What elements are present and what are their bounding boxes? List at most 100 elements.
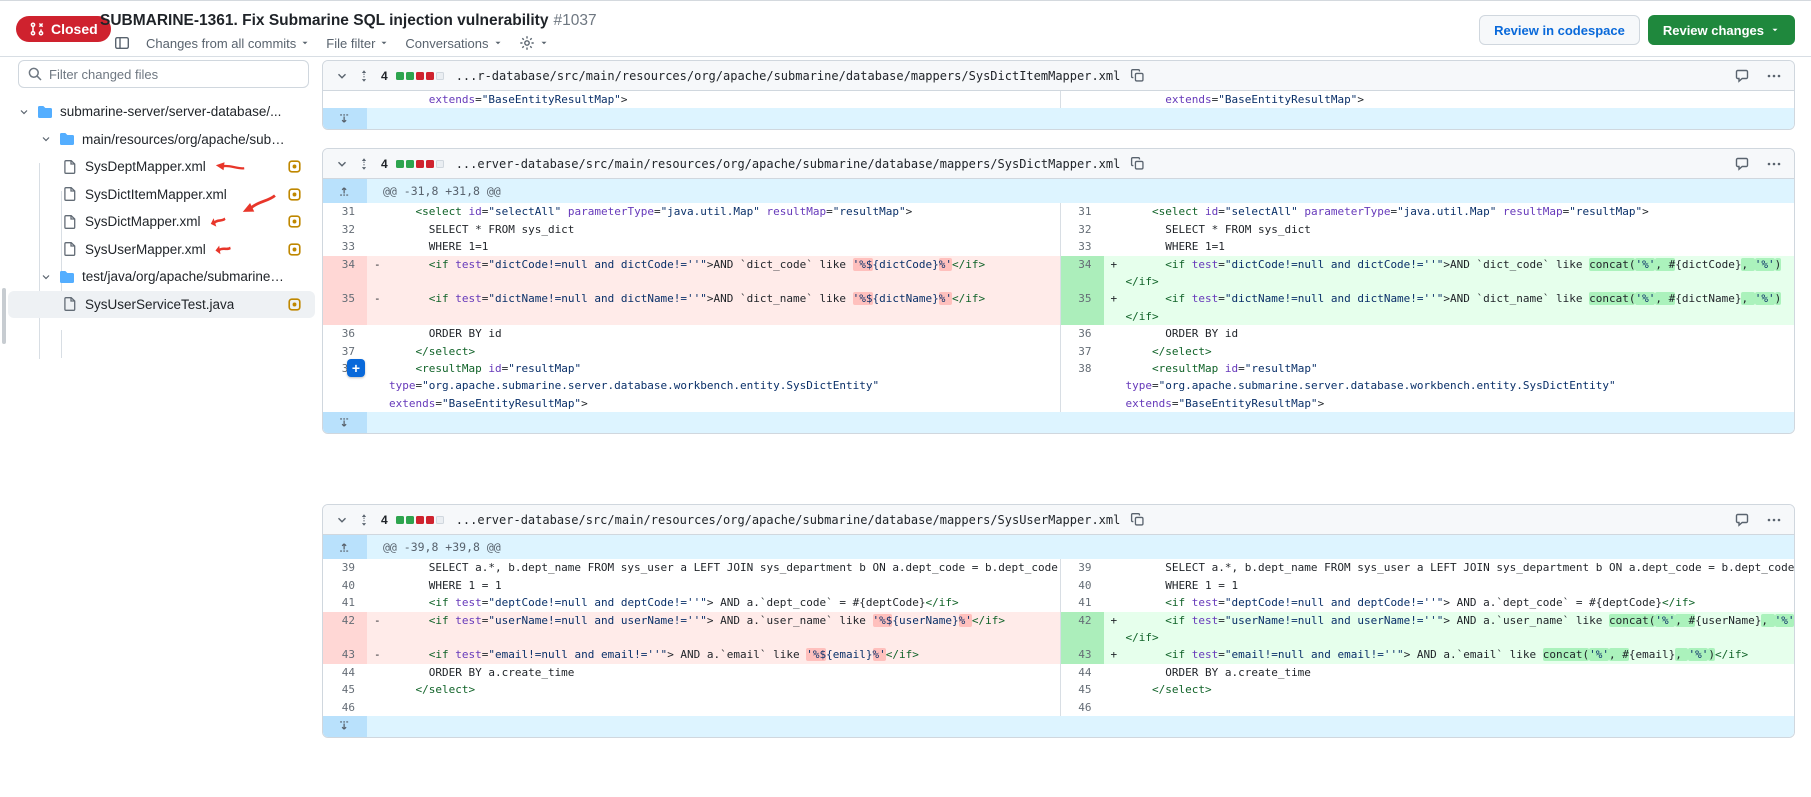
diff-marker: + bbox=[1111, 290, 1118, 307]
comment-icon bbox=[1734, 156, 1750, 172]
line-number[interactable]: 42 bbox=[1060, 612, 1104, 647]
expand-row-fill bbox=[367, 108, 1795, 129]
expand-up-button[interactable] bbox=[323, 179, 367, 203]
diff-marker: - bbox=[374, 290, 381, 307]
add-comment-button[interactable]: + bbox=[347, 359, 365, 377]
line-number[interactable]: 36 bbox=[1060, 325, 1104, 342]
diff-file-header: 4...r-database/src/main/resources/org/ap… bbox=[323, 61, 1794, 91]
line-number[interactable]: 45 bbox=[1060, 681, 1104, 698]
toggle-comments-button[interactable] bbox=[1734, 68, 1750, 84]
tree-scrollbar-thumb[interactable] bbox=[2, 288, 6, 344]
copy-icon bbox=[1130, 156, 1145, 171]
line-number[interactable]: 31 bbox=[323, 203, 367, 220]
code-line: <if test="email!=null and email!=''"> AN… bbox=[389, 646, 1060, 663]
changes-from-dropdown[interactable]: Changes from all commits bbox=[146, 36, 310, 51]
diffstat-square-add bbox=[406, 516, 414, 524]
line-number[interactable]: 40 bbox=[1060, 577, 1104, 594]
collapse-file-button[interactable] bbox=[335, 513, 349, 527]
line-number[interactable]: 42 bbox=[323, 612, 367, 647]
line-number[interactable]: 41 bbox=[323, 594, 367, 611]
drag-handle[interactable] bbox=[357, 157, 371, 171]
expand-down-button[interactable] bbox=[323, 108, 367, 129]
line-number[interactable] bbox=[323, 91, 367, 108]
code-line: extends="BaseEntityResultMap"> bbox=[1126, 91, 1796, 108]
line-number[interactable]: 34 bbox=[1060, 256, 1104, 291]
line-number[interactable]: 37 bbox=[1060, 343, 1104, 360]
tree-file-item[interactable]: SysDeptMapper.xml bbox=[8, 153, 315, 181]
annotation-arrow-icon bbox=[214, 243, 231, 256]
review-in-codespace-button[interactable]: Review in codespace bbox=[1479, 15, 1640, 45]
code-line: <select id="selectAll" parameterType="ja… bbox=[389, 203, 1060, 220]
line-number[interactable]: 41 bbox=[1060, 594, 1104, 611]
line-number[interactable]: 39 bbox=[1060, 559, 1104, 576]
tree-folder-item[interactable]: submarine-server/server-database/... bbox=[8, 98, 315, 126]
line-number[interactable]: 46 bbox=[323, 699, 367, 716]
code-line bbox=[1126, 699, 1796, 716]
code-line-cell: SELECT a.*, b.dept_name FROM sys_user a … bbox=[367, 559, 1060, 576]
line-number[interactable]: 32 bbox=[1060, 221, 1104, 238]
line-number[interactable]: 38 bbox=[1060, 360, 1104, 412]
tree-folder-item[interactable]: main/resources/org/apache/subm... bbox=[8, 126, 315, 154]
copy-path-button[interactable] bbox=[1130, 68, 1145, 83]
line-number[interactable]: 44 bbox=[323, 664, 367, 681]
expand-row-fill bbox=[367, 412, 1795, 433]
file-options-kebab-button[interactable] bbox=[1766, 156, 1782, 172]
code-line-cell: - <if test="userName!=null and userName!… bbox=[367, 612, 1060, 647]
chevron-down-icon[interactable] bbox=[18, 106, 30, 118]
chevron-down-icon[interactable] bbox=[40, 271, 52, 283]
file-options-kebab-button[interactable] bbox=[1766, 68, 1782, 84]
code-line: <select id="selectAll" parameterType="ja… bbox=[1126, 203, 1796, 220]
code-line: </select> bbox=[1126, 681, 1796, 698]
code-line-cell: - <if test="email!=null and email!=''"> … bbox=[367, 646, 1060, 663]
line-number[interactable]: 32 bbox=[323, 221, 367, 238]
line-number[interactable]: 31 bbox=[1060, 203, 1104, 220]
toggle-comments-button[interactable] bbox=[1734, 156, 1750, 172]
line-number[interactable]: 35 bbox=[1060, 290, 1104, 325]
copy-path-button[interactable] bbox=[1130, 156, 1145, 171]
diff-settings-dropdown[interactable] bbox=[519, 35, 549, 51]
line-number[interactable]: 43 bbox=[1060, 646, 1104, 663]
tree-file-item[interactable]: SysUserServiceTest.java bbox=[8, 291, 315, 319]
filter-changed-files-input[interactable] bbox=[18, 60, 309, 88]
drag-handle[interactable] bbox=[357, 69, 371, 83]
line-number[interactable]: 44 bbox=[1060, 664, 1104, 681]
diffstat-square-add bbox=[396, 72, 404, 80]
line-number[interactable]: 45 bbox=[323, 681, 367, 698]
copy-path-button[interactable] bbox=[1130, 512, 1145, 527]
sidebar-toggle-button[interactable] bbox=[114, 35, 130, 51]
chevron-down-icon[interactable] bbox=[40, 133, 52, 145]
file-filter-dropdown[interactable]: File filter bbox=[326, 36, 389, 51]
line-number[interactable] bbox=[1060, 91, 1104, 108]
tree-file-item[interactable]: SysDictItemMapper.xml bbox=[8, 181, 315, 209]
line-number[interactable]: 34 bbox=[323, 256, 367, 291]
line-number[interactable]: 39 bbox=[323, 559, 367, 576]
tree-folder-item[interactable]: test/java/org/apache/submarine/s... bbox=[8, 263, 315, 291]
expand-up-button[interactable] bbox=[323, 535, 367, 559]
line-number[interactable]: 43 bbox=[323, 646, 367, 663]
expand-down-button[interactable] bbox=[323, 412, 367, 433]
code-line: <if test="dictCode!=null and dictCode!='… bbox=[389, 256, 1060, 273]
file-options-kebab-button[interactable] bbox=[1766, 512, 1782, 528]
line-number[interactable]: 38+ bbox=[323, 360, 367, 412]
line-number[interactable]: 35 bbox=[323, 290, 367, 325]
collapse-file-button[interactable] bbox=[335, 69, 349, 83]
tree-file-item[interactable]: SysDictMapper.xml bbox=[8, 208, 315, 236]
line-number[interactable]: 40 bbox=[323, 577, 367, 594]
code-line-cell: </select> bbox=[1104, 343, 1796, 360]
review-changes-button[interactable]: Review changes bbox=[1648, 15, 1795, 45]
line-number[interactable]: 33 bbox=[323, 238, 367, 255]
drag-handle[interactable] bbox=[357, 513, 371, 527]
tree-item-label: submarine-server/server-database/... bbox=[60, 104, 281, 119]
line-number[interactable]: 37 bbox=[323, 343, 367, 360]
line-number[interactable]: 33 bbox=[1060, 238, 1104, 255]
folder-icon bbox=[59, 269, 75, 285]
expand-down-button[interactable] bbox=[323, 716, 367, 737]
diff-code-row: 44 ORDER BY a.create_time44 ORDER BY a.c… bbox=[323, 664, 1794, 681]
conversations-dropdown[interactable]: Conversations bbox=[405, 36, 502, 51]
line-number[interactable]: 46 bbox=[1060, 699, 1104, 716]
line-number[interactable]: 36 bbox=[323, 325, 367, 342]
toggle-comments-button[interactable] bbox=[1734, 512, 1750, 528]
diff-code-row: 35- <if test="dictName!=null and dictNam… bbox=[323, 290, 1794, 325]
tree-file-item[interactable]: SysUserMapper.xml bbox=[8, 236, 315, 264]
collapse-file-button[interactable] bbox=[335, 157, 349, 171]
